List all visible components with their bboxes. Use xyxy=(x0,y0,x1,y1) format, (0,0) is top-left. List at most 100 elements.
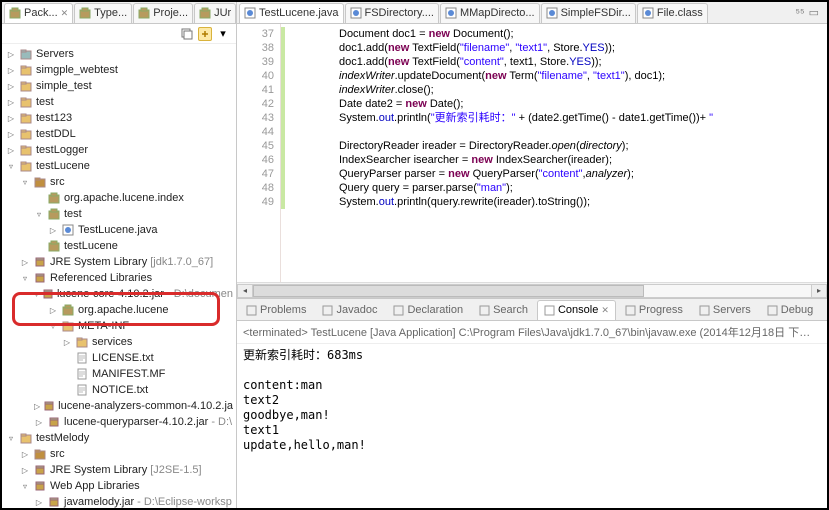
expand-icon[interactable]: ▿ xyxy=(48,322,58,331)
tree-node[interactable]: ▷TestLucene.java xyxy=(2,222,236,238)
expand-icon[interactable]: ▿ xyxy=(34,210,44,219)
expand-icon[interactable]: ▷ xyxy=(20,450,30,459)
code-line[interactable]: IndexSearcher isearcher = new IndexSearc… xyxy=(339,153,827,167)
code-line[interactable] xyxy=(339,125,827,139)
code-line[interactable]: doc1.add(new TextField("filename", "text… xyxy=(339,41,827,55)
tree-node[interactable]: ▿lucene-core-4.10.2.jar - D:\documen xyxy=(2,286,236,302)
bottom-tab-debug[interactable]: Debug xyxy=(760,300,820,320)
expand-icon[interactable]: ▿ xyxy=(20,274,30,283)
expand-icon[interactable]: ▷ xyxy=(34,418,44,427)
project-tree[interactable]: ▷Servers▷simgple_webtest▷simple_test▷tes… xyxy=(2,44,236,508)
console-output[interactable]: 更新索引耗时：683ms content:man text2 goodbye,m… xyxy=(237,344,827,508)
tree-node[interactable]: ▷testDDL xyxy=(2,126,236,142)
tree-node[interactable]: ▷test xyxy=(2,94,236,110)
expand-icon[interactable]: ▷ xyxy=(20,466,30,475)
tree-node[interactable]: testLucene xyxy=(2,238,236,254)
tree-node[interactable]: ▷simgple_webtest xyxy=(2,62,236,78)
code-line[interactable]: doc1.add(new TextField("content", text1,… xyxy=(339,55,827,69)
code-line[interactable]: QueryParser parser = new QueryParser("co… xyxy=(339,167,827,181)
sidebar-tab[interactable]: Proje... xyxy=(133,3,193,23)
code-line[interactable]: Document doc1 = new Document(); xyxy=(339,27,827,41)
tree-node[interactable]: ▷Servers xyxy=(2,46,236,62)
tree-node[interactable]: ▿test xyxy=(2,206,236,222)
editor-tab[interactable]: TestLucene.java xyxy=(239,3,344,23)
expand-icon[interactable]: ▷ xyxy=(20,258,30,267)
tree-node[interactable]: org.apache.lucene.index xyxy=(2,190,236,206)
code-line[interactable]: System.out.println(query.rewrite(ireader… xyxy=(339,195,827,209)
tree-node[interactable]: NOTICE.txt xyxy=(2,382,236,398)
sidebar-tab[interactable]: Type... xyxy=(74,3,132,23)
code-line[interactable]: Date date2 = new Date(); xyxy=(339,97,827,111)
tree-node[interactable]: MANIFEST.MF xyxy=(2,366,236,382)
expand-icon[interactable]: ▷ xyxy=(6,82,16,91)
expand-icon[interactable]: ▿ xyxy=(20,178,30,187)
bottom-tab-progress[interactable]: Progress xyxy=(618,300,690,320)
expand-icon[interactable]: ▷ xyxy=(6,114,16,123)
scroll-left-button[interactable]: ◂ xyxy=(237,284,253,298)
tree-node[interactable]: ▿META-INF xyxy=(2,318,236,334)
tree-node[interactable]: ▷test123 xyxy=(2,110,236,126)
tree-node[interactable]: ▷lucene-analyzers-common-4.10.2.ja xyxy=(2,398,236,414)
code-line[interactable]: Query query = parser.parse("man"); xyxy=(339,181,827,195)
expand-icon[interactable]: ▷ xyxy=(6,66,16,75)
expand-icon[interactable]: ▷ xyxy=(6,130,16,139)
expand-icon[interactable]: ▷ xyxy=(6,50,16,59)
link-editor-icon[interactable] xyxy=(198,27,212,41)
expand-icon[interactable]: ▷ xyxy=(48,306,58,315)
tree-node[interactable]: ▷testLogger xyxy=(2,142,236,158)
close-icon[interactable]: ✕ xyxy=(61,8,69,19)
bottom-tab-console[interactable]: Console ✕ xyxy=(537,300,616,320)
collapse-all-icon[interactable] xyxy=(180,27,194,41)
expand-icon[interactable]: ▷ xyxy=(48,226,58,235)
tree-node[interactable]: ▿Referenced Libraries xyxy=(2,270,236,286)
tree-node[interactable]: ▷simple_test xyxy=(2,78,236,94)
bottom-tab-javadoc[interactable]: Javadoc xyxy=(315,300,384,320)
scroll-right-button[interactable]: ▸ xyxy=(811,284,827,298)
code-line[interactable]: indexWriter.close(); xyxy=(339,83,827,97)
tree-node[interactable]: ▷services xyxy=(2,334,236,350)
editor-hscroll[interactable]: ◂ ▸ xyxy=(237,282,827,298)
tree-node[interactable]: LICENSE.txt xyxy=(2,350,236,366)
view-menu-icon[interactable]: ▾ xyxy=(216,27,230,41)
expand-icon[interactable]: ▷ xyxy=(6,146,16,155)
tree-node[interactable]: ▷lucene-queryparser-4.10.2.jar - D:\ xyxy=(2,414,236,430)
scroll-track[interactable] xyxy=(253,284,811,298)
tree-node[interactable]: ▷JRE System Library [J2SE-1.5] xyxy=(2,462,236,478)
expand-icon[interactable]: ▷ xyxy=(34,402,40,411)
tab-icon xyxy=(79,7,91,19)
expand-icon[interactable]: ▿ xyxy=(20,482,30,491)
expand-icon[interactable]: ▿ xyxy=(6,434,16,443)
bottom-tab-problems[interactable]: Problems xyxy=(239,300,313,320)
expand-icon[interactable]: ▿ xyxy=(34,290,39,299)
tree-node[interactable]: ▿src xyxy=(2,174,236,190)
editor-tab-overflow[interactable]: ⁵⁵▭ xyxy=(789,6,825,19)
tree-node[interactable]: ▷src xyxy=(2,446,236,462)
bottom-tab-declaration[interactable]: Declaration xyxy=(386,300,470,320)
tree-node[interactable]: ▿testMelody xyxy=(2,430,236,446)
code-editor[interactable]: 37383940414243444546474849 Document doc1… xyxy=(237,24,827,282)
tree-node[interactable]: ▷javamelody.jar - D:\Eclipse-worksp xyxy=(2,494,236,508)
scroll-thumb[interactable] xyxy=(253,285,644,297)
close-icon[interactable]: ✕ xyxy=(601,305,609,316)
code-content[interactable]: Document doc1 = new Document();doc1.add(… xyxy=(281,24,827,282)
expand-icon[interactable]: ▷ xyxy=(34,498,44,507)
tree-node[interactable]: ▷org.apache.lucene xyxy=(2,302,236,318)
editor-tab[interactable]: SimpleFSDir... xyxy=(541,3,636,23)
sidebar-tab[interactable]: JUr xyxy=(194,3,236,23)
code-line[interactable]: indexWriter.updateDocument(new Term("fil… xyxy=(339,69,827,83)
tree-node[interactable]: ▷JRE System Library [jdk1.7.0_67] xyxy=(2,254,236,270)
editor-tab[interactable]: File.class xyxy=(637,3,708,23)
tree-node[interactable]: ▿testLucene xyxy=(2,158,236,174)
editor-tab[interactable]: FSDirectory.... xyxy=(345,3,439,23)
editor-tab[interactable]: MMapDirecto... xyxy=(440,3,540,23)
maximize-icon[interactable]: ▭ xyxy=(809,6,819,19)
expand-icon[interactable]: ▿ xyxy=(6,162,16,171)
bottom-tab-servers[interactable]: Servers xyxy=(692,300,758,320)
code-line[interactable]: DirectoryReader ireader = DirectoryReade… xyxy=(339,139,827,153)
sidebar-tab[interactable]: Pack...✕ xyxy=(4,3,73,23)
bottom-tab-search[interactable]: Search xyxy=(472,300,535,320)
expand-icon[interactable]: ▷ xyxy=(6,98,16,107)
expand-icon[interactable]: ▷ xyxy=(62,338,72,347)
tree-node[interactable]: ▿Web App Libraries xyxy=(2,478,236,494)
code-line[interactable]: System.out.println("更新索引耗时：" + (date2.ge… xyxy=(339,111,827,125)
